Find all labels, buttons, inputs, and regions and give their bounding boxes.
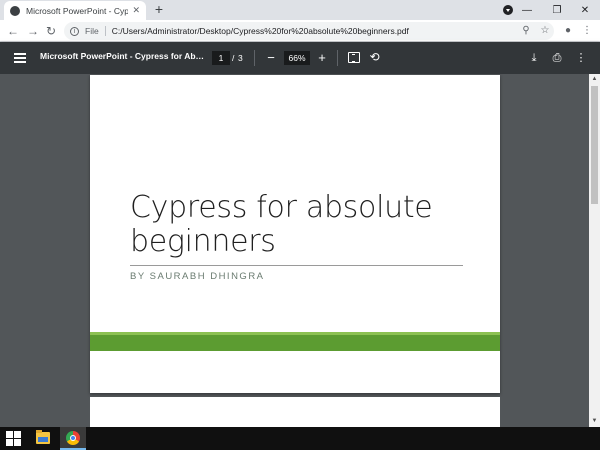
toolbar-divider: [254, 50, 255, 66]
bookmark-star-icon[interactable]: ☆: [538, 23, 552, 39]
info-icon[interactable]: i: [70, 26, 79, 36]
scheme-label: File: [85, 26, 99, 36]
page-separator: /: [232, 53, 235, 63]
page-total: 3: [238, 53, 243, 63]
profile-icon[interactable]: ●: [561, 23, 575, 39]
zoom-in-button[interactable]: +: [315, 50, 329, 66]
scroll-thumb[interactable]: [591, 86, 598, 204]
zoom-icon[interactable]: ⚲: [519, 23, 533, 39]
chrome-icon: [66, 431, 80, 445]
back-button[interactable]: ←: [5, 23, 21, 39]
browser-tab[interactable]: Microsoft PowerPoint - Cypress f ✕: [4, 1, 146, 20]
new-tab-button[interactable]: +: [152, 2, 166, 16]
vertical-scrollbar[interactable]: ▲ ▼: [589, 74, 600, 427]
scroll-up-arrow[interactable]: ▲: [589, 74, 600, 85]
sidebar-menu-icon[interactable]: [14, 53, 26, 63]
taskbar: [0, 427, 600, 450]
title-underline: [130, 265, 463, 266]
slide-subtitle: BY SAURABH DHINGRA: [130, 271, 265, 282]
globe-icon: [10, 5, 20, 16]
minimize-button[interactable]: —: [512, 0, 542, 20]
fit-to-page-icon[interactable]: [348, 52, 360, 63]
pdf-page: Cypress for absolute beginners BY SAURAB…: [90, 75, 500, 393]
accent-stripe-dark: [90, 335, 500, 351]
more-actions-icon[interactable]: ⋮: [574, 50, 588, 66]
chrome-taskbar-button[interactable]: [60, 427, 86, 450]
toolbar-divider: [337, 50, 338, 66]
tab-strip: Microsoft PowerPoint - Cypress f ✕ + — ❐…: [0, 0, 600, 20]
url-text[interactable]: C:/Users/Administrator/Desktop/Cypress%2…: [112, 26, 409, 36]
tab-title: Microsoft PowerPoint - Cypress f: [26, 5, 129, 16]
chrome-menu-icon[interactable]: ⋮: [580, 23, 594, 39]
download-icon[interactable]: ⤓: [527, 50, 541, 66]
file-explorer-icon[interactable]: [36, 430, 50, 444]
close-window-button[interactable]: ✕: [570, 0, 600, 20]
windows-start-icon[interactable]: [6, 431, 21, 446]
slide-title: Cypress for absolute beginners: [130, 190, 433, 259]
address-separator: [104, 26, 106, 36]
print-icon[interactable]: ⎙: [550, 50, 564, 66]
page-number-input[interactable]: 1: [212, 51, 230, 65]
address-bar[interactable]: i File C:/Users/Administrator/Desktop/Cy…: [64, 22, 554, 40]
document-title: Microsoft PowerPoint - Cypress for Absol…: [40, 51, 205, 61]
scroll-down-arrow[interactable]: ▼: [589, 416, 600, 427]
forward-button[interactable]: →: [25, 23, 41, 39]
pdf-viewer[interactable]: Cypress for absolute beginners BY SAURAB…: [0, 74, 600, 427]
browser-toolbar: ← → ↻ i File C:/Users/Administrator/Desk…: [0, 20, 600, 42]
tab-close-icon[interactable]: ✕: [132, 5, 140, 16]
zoom-out-button[interactable]: −: [264, 50, 278, 66]
restore-button[interactable]: ❐: [542, 0, 572, 20]
pdf-page: [90, 397, 500, 427]
zoom-level-input[interactable]: 66%: [284, 51, 310, 65]
rotate-icon[interactable]: ⟲: [368, 51, 381, 64]
pdf-toolbar: Microsoft PowerPoint - Cypress for Absol…: [0, 42, 600, 74]
reload-button[interactable]: ↻: [43, 23, 59, 39]
